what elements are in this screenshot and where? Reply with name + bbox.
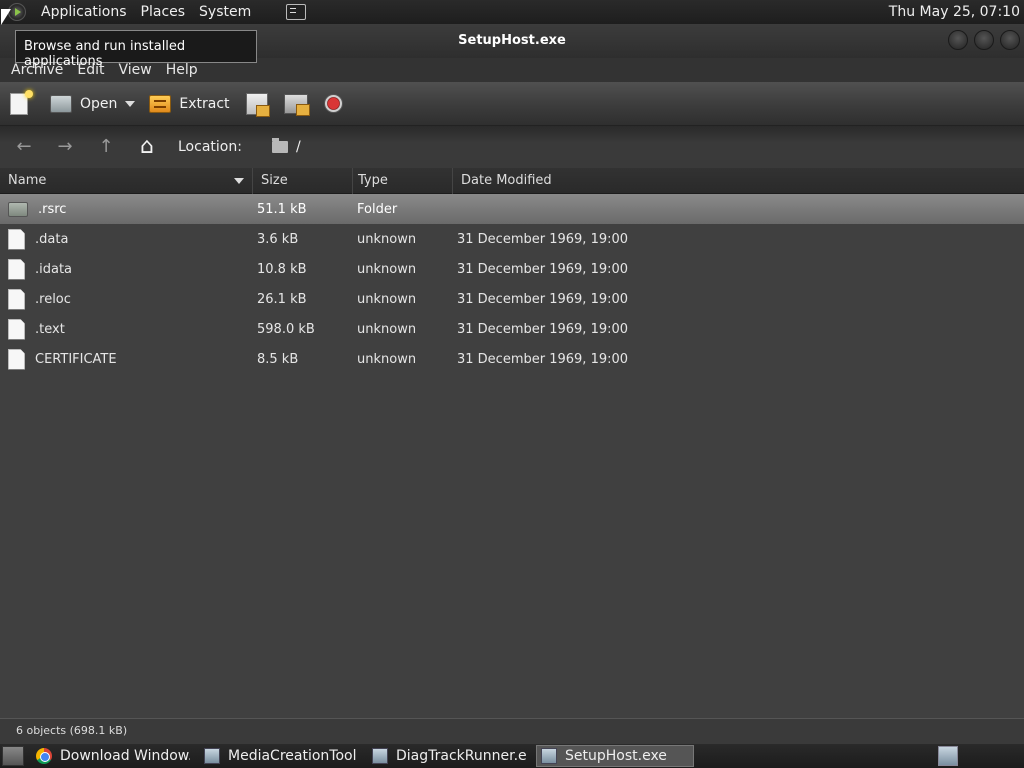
file-type: unknown	[357, 291, 417, 307]
folder-icon	[271, 138, 288, 153]
archive-manager-icon	[372, 748, 388, 764]
add-files-icon	[245, 92, 270, 117]
window-controls	[948, 30, 1020, 50]
file-icon	[8, 228, 25, 250]
file-date: 31 December 1969, 19:00	[457, 291, 629, 307]
open-label: Open	[80, 95, 118, 112]
task-label: SetupHost.exe	[565, 748, 667, 764]
add-files-button[interactable]	[245, 92, 270, 117]
file-row[interactable]: CERTIFICATE 8.5 kB unknown 31 December 1…	[0, 344, 1024, 374]
new-archive-button[interactable]	[10, 89, 33, 115]
terminal-launcher-icon[interactable]	[286, 4, 307, 20]
file-size: 3.6 kB	[257, 231, 299, 247]
task-setuphost[interactable]: SetupHost.exe	[536, 745, 694, 767]
task-label: MediaCreationTool...	[228, 748, 358, 764]
file-size: 51.1 kB	[257, 201, 307, 217]
tooltip: Browse and run installed applications	[15, 30, 257, 69]
folder-icon	[8, 201, 28, 217]
toolbar: Open Extract	[0, 82, 1024, 126]
file-date: 31 December 1969, 19:00	[457, 351, 629, 367]
file-row[interactable]: .reloc 26.1 kB unknown 31 December 1969,…	[0, 284, 1024, 314]
file-name: CERTIFICATE	[35, 351, 117, 367]
sort-arrow-icon	[234, 177, 244, 184]
location-bar: ← → ↑ ⌂ Location: /	[0, 126, 1024, 168]
chrome-icon	[36, 748, 52, 764]
menu-help[interactable]: Help	[159, 62, 205, 78]
file-size: 8.5 kB	[257, 351, 299, 367]
close-button[interactable]	[1000, 30, 1020, 50]
file-name: .data	[35, 231, 69, 247]
file-size: 10.8 kB	[257, 261, 307, 277]
file-type: Folder	[357, 201, 398, 217]
column-header-name-label: Name	[8, 172, 47, 188]
column-headers: Name Size Type Date Modified	[0, 167, 1024, 194]
maximize-button[interactable]	[974, 30, 994, 50]
file-size: 598.0 kB	[257, 321, 315, 337]
archive-manager-icon	[541, 748, 557, 764]
file-name: .rsrc	[38, 201, 67, 217]
workspace-switcher-icon[interactable]	[938, 746, 958, 766]
menu-applications[interactable]: Applications	[34, 4, 134, 20]
forward-arrow-icon[interactable]: →	[53, 135, 77, 159]
column-header-date[interactable]: Date Modified	[453, 168, 1024, 194]
archive-manager-icon	[204, 748, 220, 764]
location-label: Location:	[178, 139, 242, 155]
file-icon	[8, 318, 25, 340]
show-desktop-icon[interactable]	[2, 746, 24, 766]
menu-system[interactable]: System	[192, 4, 258, 20]
file-row[interactable]: .data 3.6 kB unknown 31 December 1969, 1…	[0, 224, 1024, 254]
chevron-down-icon	[125, 100, 136, 107]
file-date: 31 December 1969, 19:00	[457, 231, 629, 247]
file-date: 31 December 1969, 19:00	[457, 321, 629, 337]
stop-button[interactable]	[323, 94, 343, 113]
clock[interactable]: Thu May 25, 07:10	[889, 4, 1020, 20]
back-arrow-icon[interactable]: ←	[12, 135, 36, 159]
new-archive-icon	[10, 89, 33, 115]
column-header-name[interactable]: Name	[0, 167, 253, 194]
file-icon	[8, 288, 25, 310]
file-icon	[8, 348, 25, 370]
task-diagtrackrunner[interactable]: DiagTrackRunner.exe	[368, 745, 526, 767]
location-path[interactable]: /	[296, 139, 301, 155]
file-type: unknown	[357, 321, 417, 337]
minimize-button[interactable]	[948, 30, 968, 50]
task-label: Download Window...	[60, 748, 190, 764]
column-header-size[interactable]: Size	[253, 167, 353, 194]
open-icon	[50, 94, 72, 113]
file-row[interactable]: .text 598.0 kB unknown 31 December 1969,…	[0, 314, 1024, 344]
stop-icon	[323, 94, 343, 113]
file-date: 31 December 1969, 19:00	[457, 261, 629, 277]
extract-icon	[149, 94, 172, 113]
add-folder-button[interactable]	[283, 93, 310, 116]
file-icon	[8, 258, 25, 280]
menu-places[interactable]: Places	[134, 4, 193, 20]
file-name: .reloc	[35, 291, 71, 307]
file-size: 26.1 kB	[257, 291, 307, 307]
top-panel: Applications Places System Thu May 25, 0…	[0, 0, 1024, 24]
column-header-type[interactable]: Type	[353, 167, 453, 194]
archive-manager-window: SetupHost.exe Archive Edit View Help Ope…	[0, 24, 1024, 744]
extract-button[interactable]: Extract	[149, 94, 230, 113]
open-dropdown-button[interactable]	[125, 100, 136, 107]
open-button[interactable]: Open	[50, 94, 118, 113]
add-folder-icon	[283, 93, 310, 116]
file-row[interactable]: .rsrc 51.1 kB Folder	[0, 194, 1024, 224]
file-type: unknown	[357, 261, 417, 277]
file-row[interactable]: .idata 10.8 kB unknown 31 December 1969,…	[0, 254, 1024, 284]
file-list: .rsrc 51.1 kB Folder .data 3.6 kB unknow…	[0, 194, 1024, 728]
taskbar: Download Window... MediaCreationTool... …	[0, 744, 1024, 768]
status-bar: 6 objects (698.1 kB)	[0, 718, 1024, 744]
file-name: .idata	[35, 261, 73, 277]
task-media-creation-tool[interactable]: MediaCreationTool...	[200, 745, 358, 767]
file-type: unknown	[357, 351, 417, 367]
extract-label: Extract	[179, 95, 230, 112]
file-type: unknown	[357, 231, 417, 247]
home-icon[interactable]: ⌂	[135, 135, 159, 159]
task-download-window[interactable]: Download Window...	[32, 745, 190, 767]
task-label: DiagTrackRunner.exe	[396, 748, 526, 764]
up-arrow-icon[interactable]: ↑	[94, 135, 118, 159]
menu-view[interactable]: View	[112, 62, 159, 78]
file-name: .text	[35, 321, 65, 337]
